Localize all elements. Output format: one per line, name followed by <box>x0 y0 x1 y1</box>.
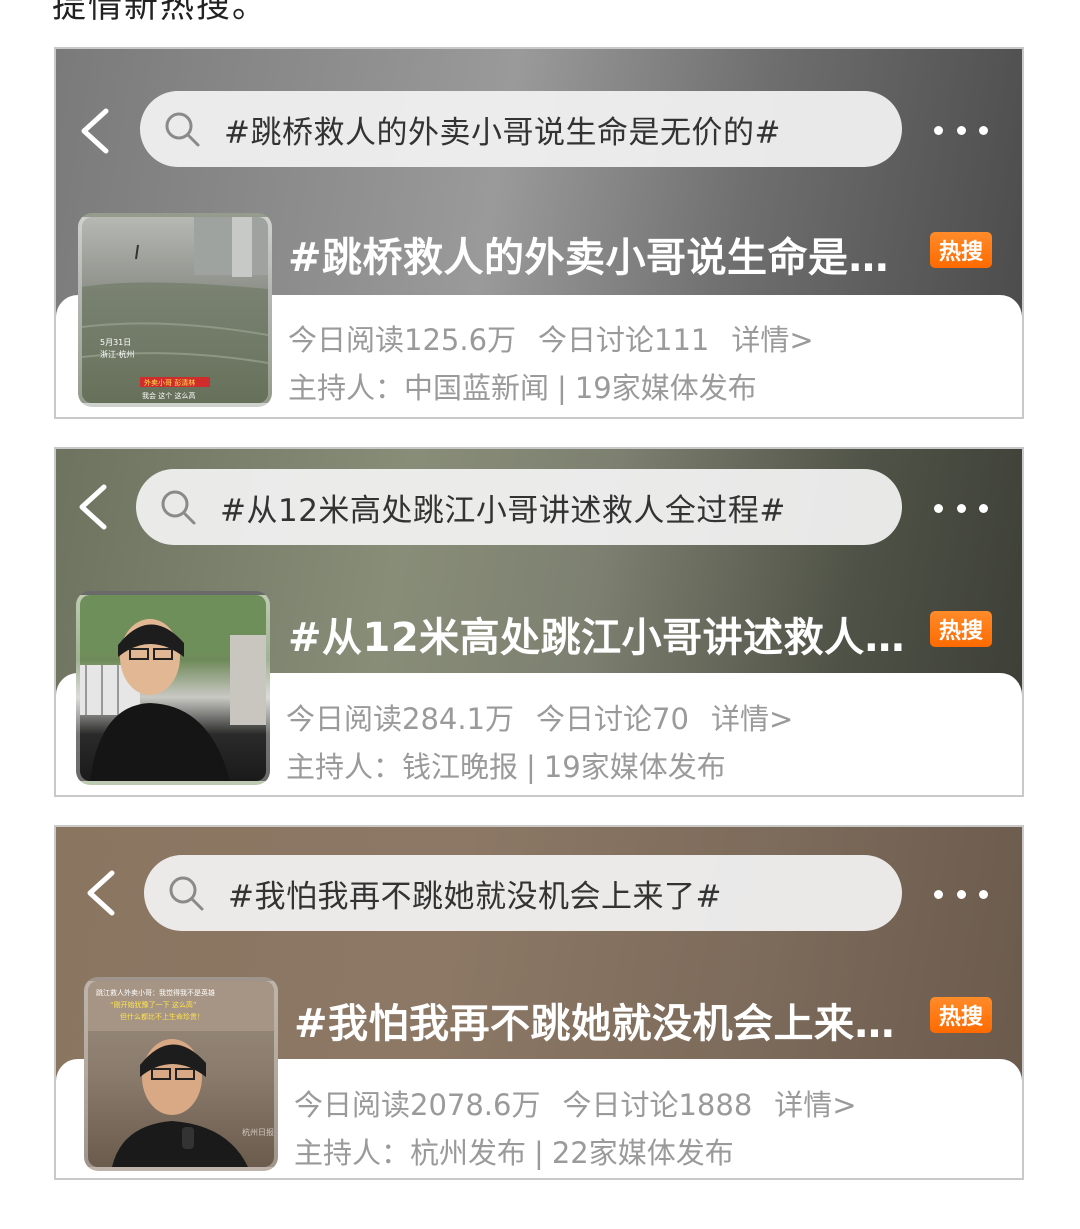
thumb-caption-quote-2: 但什么都比不上生命珍贵！ <box>120 1012 204 1021</box>
host-name[interactable]: 杭州发布 <box>410 1136 526 1170</box>
details-link[interactable]: 详情> <box>731 323 813 357</box>
search-icon <box>165 112 200 147</box>
cutoff-text: 提情新热搜。 <box>52 0 268 26</box>
host-line: 主持人：杭州发布 | 22家媒体发布 <box>294 1130 734 1172</box>
thumb-caption: 外卖小哥 彭清林 <box>144 378 195 387</box>
topic-title[interactable]: #我怕我再不跳她就没机会上来… <box>294 991 895 1049</box>
thumb-subtitle: 我会 这个 这么高 <box>142 391 195 400</box>
topic-thumbnail[interactable] <box>76 591 270 785</box>
discussion-count: 今日讨论70 <box>536 702 689 736</box>
thumb-watermark: 杭州日报 <box>242 1127 274 1137</box>
thumb-caption-quote: “刚开始犹豫了一下 这么高” <box>110 1000 196 1009</box>
separator: | <box>526 750 536 784</box>
separator: | <box>557 371 567 405</box>
host-line: 主持人：钱江晚报 | 19家媒体发布 <box>286 744 726 786</box>
host-line: 主持人：中国蓝新闻 | 19家媒体发布 <box>288 365 757 407</box>
more-options-icon[interactable] <box>934 501 988 515</box>
media-count: 22家媒体发布 <box>551 1136 734 1170</box>
topic-title[interactable]: #从12米高处跳江小哥讲述救人… <box>288 605 905 663</box>
search-bar[interactable]: #我怕我再不跳她就没机会上来了# <box>144 855 902 931</box>
back-arrow-icon[interactable] <box>76 483 112 531</box>
person-photo: 跳江救人外卖小哥：我觉得我不是英雄 “刚开始犹豫了一下 这么高” 但什么都比不上… <box>88 981 274 1167</box>
topic-thumbnail[interactable]: 5月31日 浙江·杭州 外卖小哥 彭清林 我会 这个 这么高 <box>78 213 272 407</box>
topic-title[interactable]: #跳桥救人的外卖小哥说生命是… <box>288 225 889 283</box>
river-image: 5月31日 浙江·杭州 外卖小哥 彭清林 我会 这个 这么高 <box>82 217 268 403</box>
search-icon <box>169 876 204 911</box>
stats-line: 今日阅读284.1万 今日讨论70 详情> <box>286 696 815 738</box>
stats-line: 今日阅读125.6万 今日讨论111 详情> <box>288 317 836 359</box>
search-query: #跳桥救人的外卖小哥说生命是无价的# <box>224 114 781 151</box>
back-arrow-icon[interactable] <box>84 869 120 917</box>
read-count: 今日阅读2078.6万 <box>294 1088 541 1122</box>
thumb-date: 5月31日 <box>100 338 131 347</box>
discussion-count: 今日讨论111 <box>538 323 710 357</box>
host-name[interactable]: 钱江晚报 <box>402 750 518 784</box>
details-link[interactable]: 详情> <box>774 1088 856 1122</box>
topic-card[interactable]: #我怕我再不跳她就没机会上来了# 跳江救人外卖小哥：我觉得我不是英雄 “刚开始犹… <box>54 825 1024 1180</box>
media-count: 19家媒体发布 <box>543 750 726 784</box>
topic-thumbnail[interactable]: 跳江救人外卖小哥：我觉得我不是英雄 “刚开始犹豫了一下 这么高” 但什么都比不上… <box>84 977 278 1171</box>
thumb-place: 浙江·杭州 <box>100 349 135 359</box>
discussion-count: 今日讨论1888 <box>562 1088 753 1122</box>
read-count: 今日阅读284.1万 <box>286 702 515 736</box>
host-name[interactable]: 中国蓝新闻 <box>404 371 549 405</box>
hot-badge: 热搜 <box>930 611 992 647</box>
host-label: 主持人： <box>294 1136 411 1170</box>
hot-badge: 热搜 <box>930 232 992 268</box>
back-arrow-icon[interactable] <box>78 107 114 155</box>
topic-card[interactable]: #从12米高处跳江小哥讲述救人全过程# #从12米高处跳江小哥讲述救人… 热搜 <box>54 447 1024 797</box>
hot-badge: 热搜 <box>930 997 992 1033</box>
separator: | <box>534 1136 544 1170</box>
search-bar[interactable]: #跳桥救人的外卖小哥说生命是无价的# <box>140 91 902 167</box>
media-count: 19家媒体发布 <box>574 371 757 405</box>
search-icon <box>161 490 196 525</box>
topic-card[interactable]: #跳桥救人的外卖小哥说生命是无价的# 5月31日 浙江·杭州 外卖小哥 彭清林 … <box>54 47 1024 419</box>
more-options-icon[interactable] <box>934 887 988 901</box>
thumb-caption: 跳江救人外卖小哥：我觉得我不是英雄 <box>96 988 215 997</box>
host-label: 主持人： <box>286 750 403 784</box>
details-link[interactable]: 详情> <box>711 702 793 736</box>
more-options-icon[interactable] <box>934 123 988 137</box>
search-bar[interactable]: #从12米高处跳江小哥讲述救人全过程# <box>136 469 902 545</box>
page: 提情新热搜。 #跳桥救人的外卖小哥说生命是无价的# 5月31日 浙江·杭州 外卖… <box>0 0 1080 1229</box>
search-query: #从12米高处跳江小哥讲述救人全过程# <box>220 492 786 529</box>
read-count: 今日阅读125.6万 <box>288 323 517 357</box>
stats-line: 今日阅读2078.6万 今日讨论1888 详情> <box>294 1082 879 1124</box>
person-photo <box>80 595 266 781</box>
host-label: 主持人： <box>288 371 405 405</box>
search-query: #我怕我再不跳她就没机会上来了# <box>228 878 722 915</box>
